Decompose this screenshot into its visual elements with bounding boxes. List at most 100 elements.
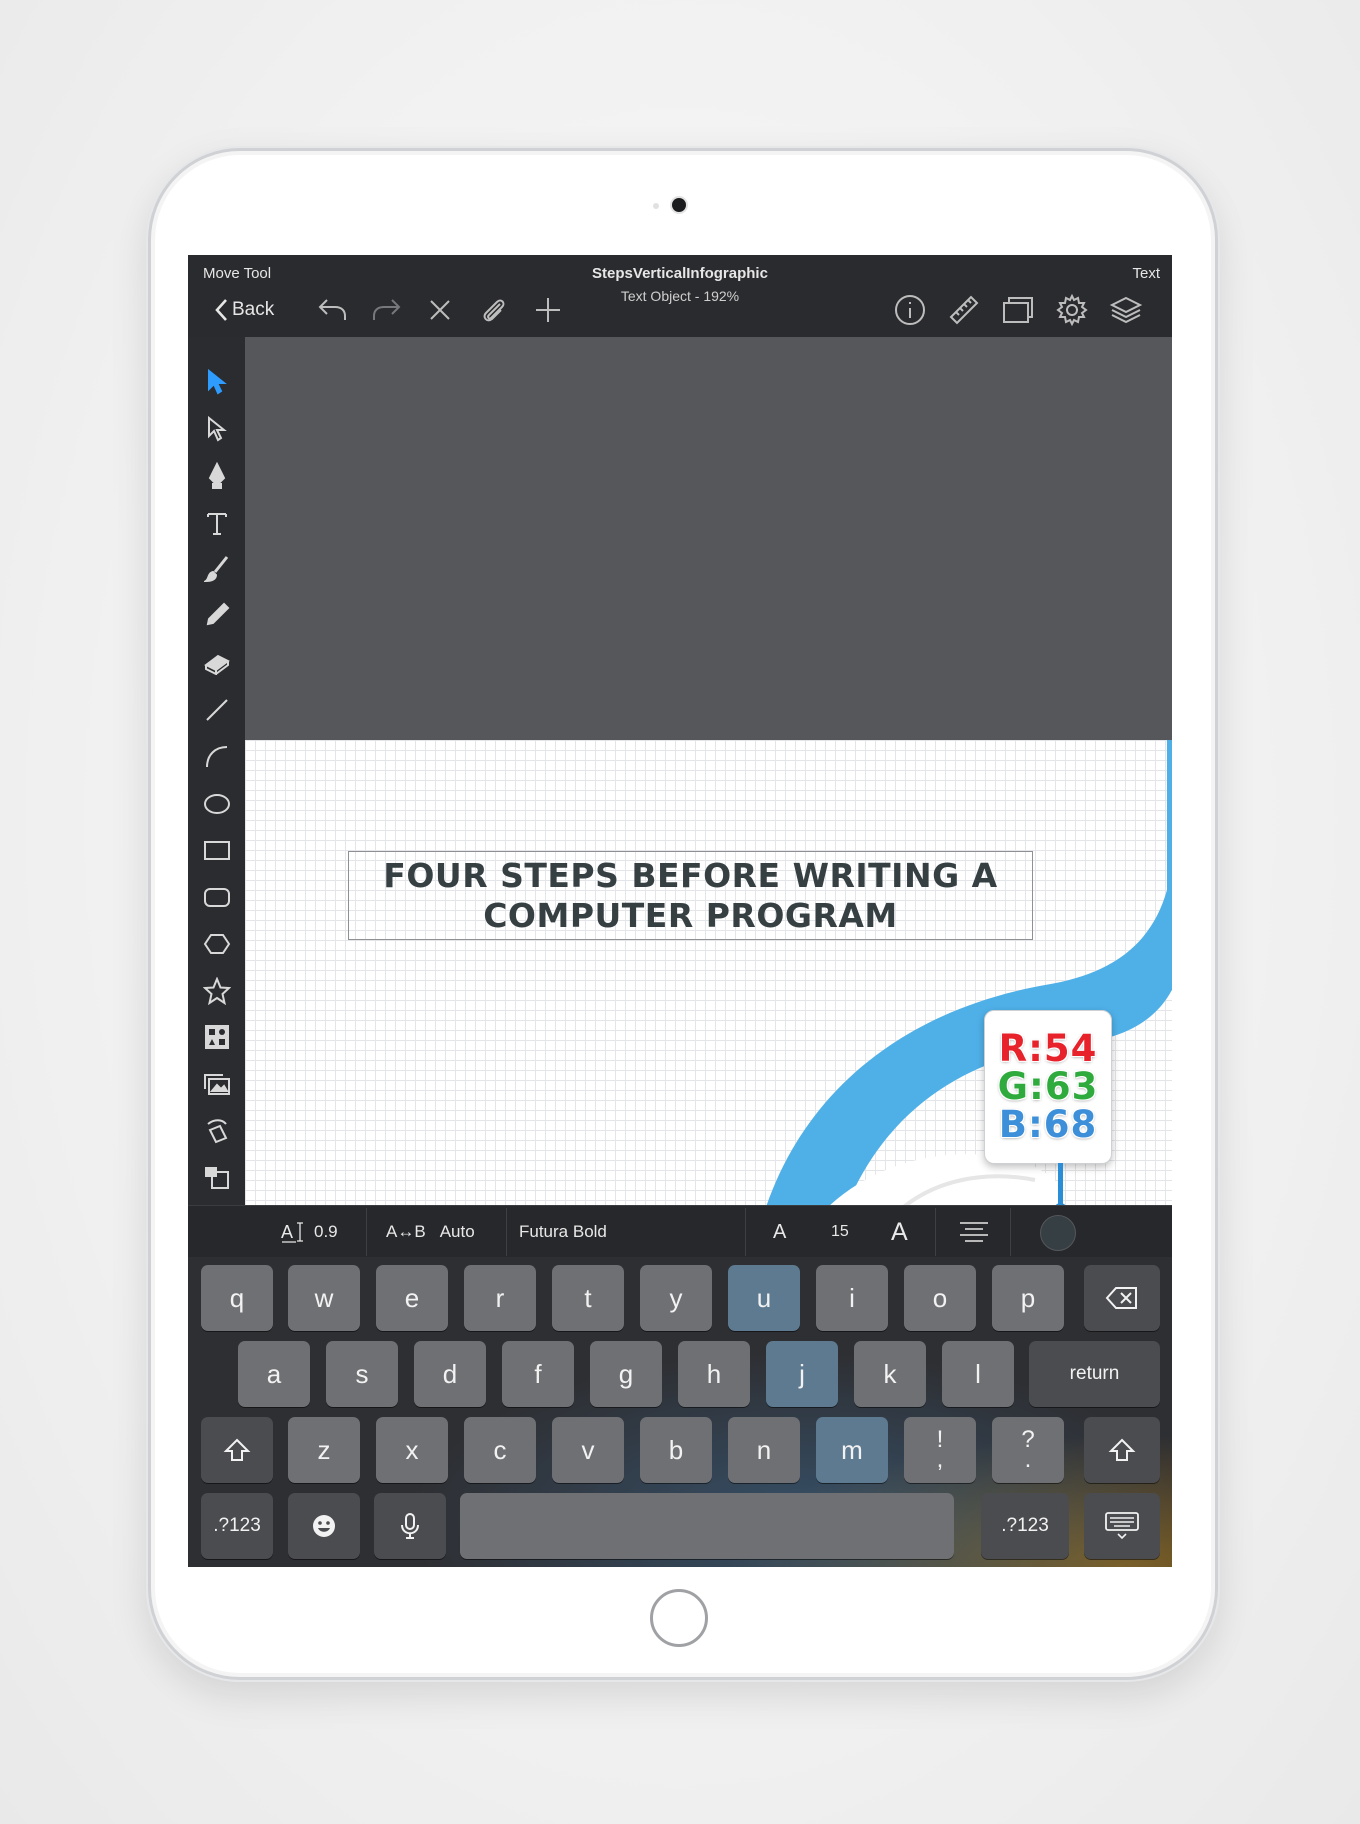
star-tool[interactable] — [198, 972, 235, 1009]
line-spacing-control[interactable]: A 0.9 — [280, 1206, 338, 1258]
delete-button[interactable] — [420, 293, 460, 327]
rectangle-tool[interactable] — [198, 831, 235, 868]
return-key[interactable]: return — [1029, 1341, 1160, 1407]
gear-icon — [1056, 294, 1088, 326]
transform-tool[interactable] — [198, 1112, 235, 1149]
image-tool[interactable] — [198, 1065, 235, 1102]
key-i[interactable]: i — [816, 1265, 888, 1331]
home-button[interactable] — [650, 1589, 708, 1647]
text-tool[interactable] — [198, 504, 235, 541]
key-o[interactable]: o — [904, 1265, 976, 1331]
layers-icon — [1109, 296, 1143, 324]
divider — [366, 1208, 367, 1256]
shapes-library-tool[interactable] — [198, 1018, 235, 1055]
key-x[interactable]: x — [376, 1417, 448, 1483]
settings-button[interactable] — [1052, 293, 1092, 327]
pencil-tool[interactable] — [198, 597, 235, 634]
key-m[interactable]: m — [816, 1417, 888, 1483]
pen-tool[interactable] — [198, 457, 235, 494]
divider — [935, 1208, 936, 1256]
ellipse-tool[interactable] — [198, 785, 235, 822]
key-t[interactable]: t — [552, 1265, 624, 1331]
numbers-key-right[interactable]: .?123 — [981, 1493, 1069, 1559]
line-spacing-icon: A — [281, 1222, 303, 1243]
key-e[interactable]: e — [376, 1265, 448, 1331]
font-picker[interactable]: Futura Bold — [519, 1206, 607, 1258]
key-d[interactable]: d — [414, 1341, 486, 1407]
key-l[interactable]: l — [942, 1341, 1014, 1407]
rounded-rectangle-tool[interactable] — [198, 878, 235, 915]
tracking-control[interactable]: A↔B Auto — [386, 1206, 475, 1258]
back-label: Back — [232, 299, 275, 320]
crop-tool[interactable] — [198, 1159, 235, 1196]
key-b[interactable]: b — [640, 1417, 712, 1483]
key-k[interactable]: k — [854, 1341, 926, 1407]
eraser-tool[interactable] — [198, 644, 235, 681]
hide-keyboard-key[interactable] — [1084, 1493, 1160, 1559]
artboards-button[interactable] — [998, 293, 1038, 327]
redo-icon — [373, 299, 401, 320]
line-spacing-value: 0.9 — [314, 1222, 338, 1241]
rotate-shape-icon — [206, 1118, 227, 1143]
key-q[interactable]: q — [201, 1265, 273, 1331]
back-button[interactable]: Back — [214, 293, 274, 327]
delete-key[interactable] — [1084, 1265, 1160, 1331]
arc-icon — [205, 745, 227, 767]
key-s[interactable]: s — [326, 1341, 398, 1407]
direct-select-tool[interactable] — [198, 410, 235, 447]
alignment-button[interactable] — [958, 1206, 990, 1258]
divider — [745, 1208, 746, 1256]
key-n[interactable]: n — [728, 1417, 800, 1483]
increase-size-button[interactable]: A — [891, 1206, 908, 1258]
brush-tool[interactable] — [198, 550, 235, 587]
select-tool[interactable] — [198, 363, 235, 400]
key-p[interactable]: p — [992, 1265, 1064, 1331]
line-tool[interactable] — [198, 691, 235, 728]
attach-button[interactable] — [474, 293, 514, 327]
key-u[interactable]: u — [728, 1265, 800, 1331]
key-h[interactable]: h — [678, 1341, 750, 1407]
pen-nib-icon — [208, 461, 225, 489]
key-z[interactable]: z — [288, 1417, 360, 1483]
space-bar[interactable] — [460, 1493, 954, 1559]
keyboard-dismiss-icon — [1105, 1512, 1139, 1540]
pencil-icon — [206, 602, 229, 625]
key-c[interactable]: c — [464, 1417, 536, 1483]
headline-text-object[interactable]: FOUR STEPS BEFORE WRITING A COMPUTER PRO… — [348, 851, 1033, 940]
info-button[interactable] — [890, 293, 930, 327]
layers-button[interactable] — [1106, 293, 1146, 327]
key-question-period[interactable]: ?. — [992, 1417, 1064, 1483]
tool-palette — [188, 337, 245, 1205]
backspace-icon — [1105, 1287, 1137, 1309]
redo-button[interactable] — [366, 293, 406, 327]
key-exclaim-comma[interactable]: !, — [904, 1417, 976, 1483]
numbers-key-left[interactable]: .?123 — [201, 1493, 273, 1559]
key-r[interactable]: r — [464, 1265, 536, 1331]
font-size-value[interactable]: 15 — [831, 1206, 849, 1258]
add-button[interactable] — [528, 293, 568, 327]
emoji-key[interactable] — [288, 1493, 360, 1559]
arc-tool[interactable] — [198, 738, 235, 775]
key-g[interactable]: g — [590, 1341, 662, 1407]
shift-key-left[interactable] — [201, 1417, 273, 1483]
decrease-size-button[interactable]: A — [773, 1206, 786, 1258]
undo-button[interactable] — [313, 293, 353, 327]
dictation-key[interactable] — [374, 1493, 446, 1559]
polygon-tool[interactable] — [198, 925, 235, 962]
key-f[interactable]: f — [502, 1341, 574, 1407]
key-v[interactable]: v — [552, 1417, 624, 1483]
ruler-button[interactable] — [944, 293, 984, 327]
ruler-icon — [949, 295, 979, 325]
large-a-icon: A — [891, 1217, 908, 1246]
key-w[interactable]: w — [288, 1265, 360, 1331]
text-color-swatch[interactable] — [1040, 1215, 1076, 1251]
undo-icon — [318, 299, 346, 320]
shapes-grid-icon — [204, 1024, 229, 1049]
pasteboard[interactable] — [245, 337, 1172, 740]
key-j[interactable]: j — [766, 1341, 838, 1407]
key-a[interactable]: a — [238, 1341, 310, 1407]
plus-icon — [536, 298, 560, 322]
shift-key-right[interactable] — [1084, 1417, 1160, 1483]
arrow-pointer-icon — [207, 368, 227, 394]
key-y[interactable]: y — [640, 1265, 712, 1331]
